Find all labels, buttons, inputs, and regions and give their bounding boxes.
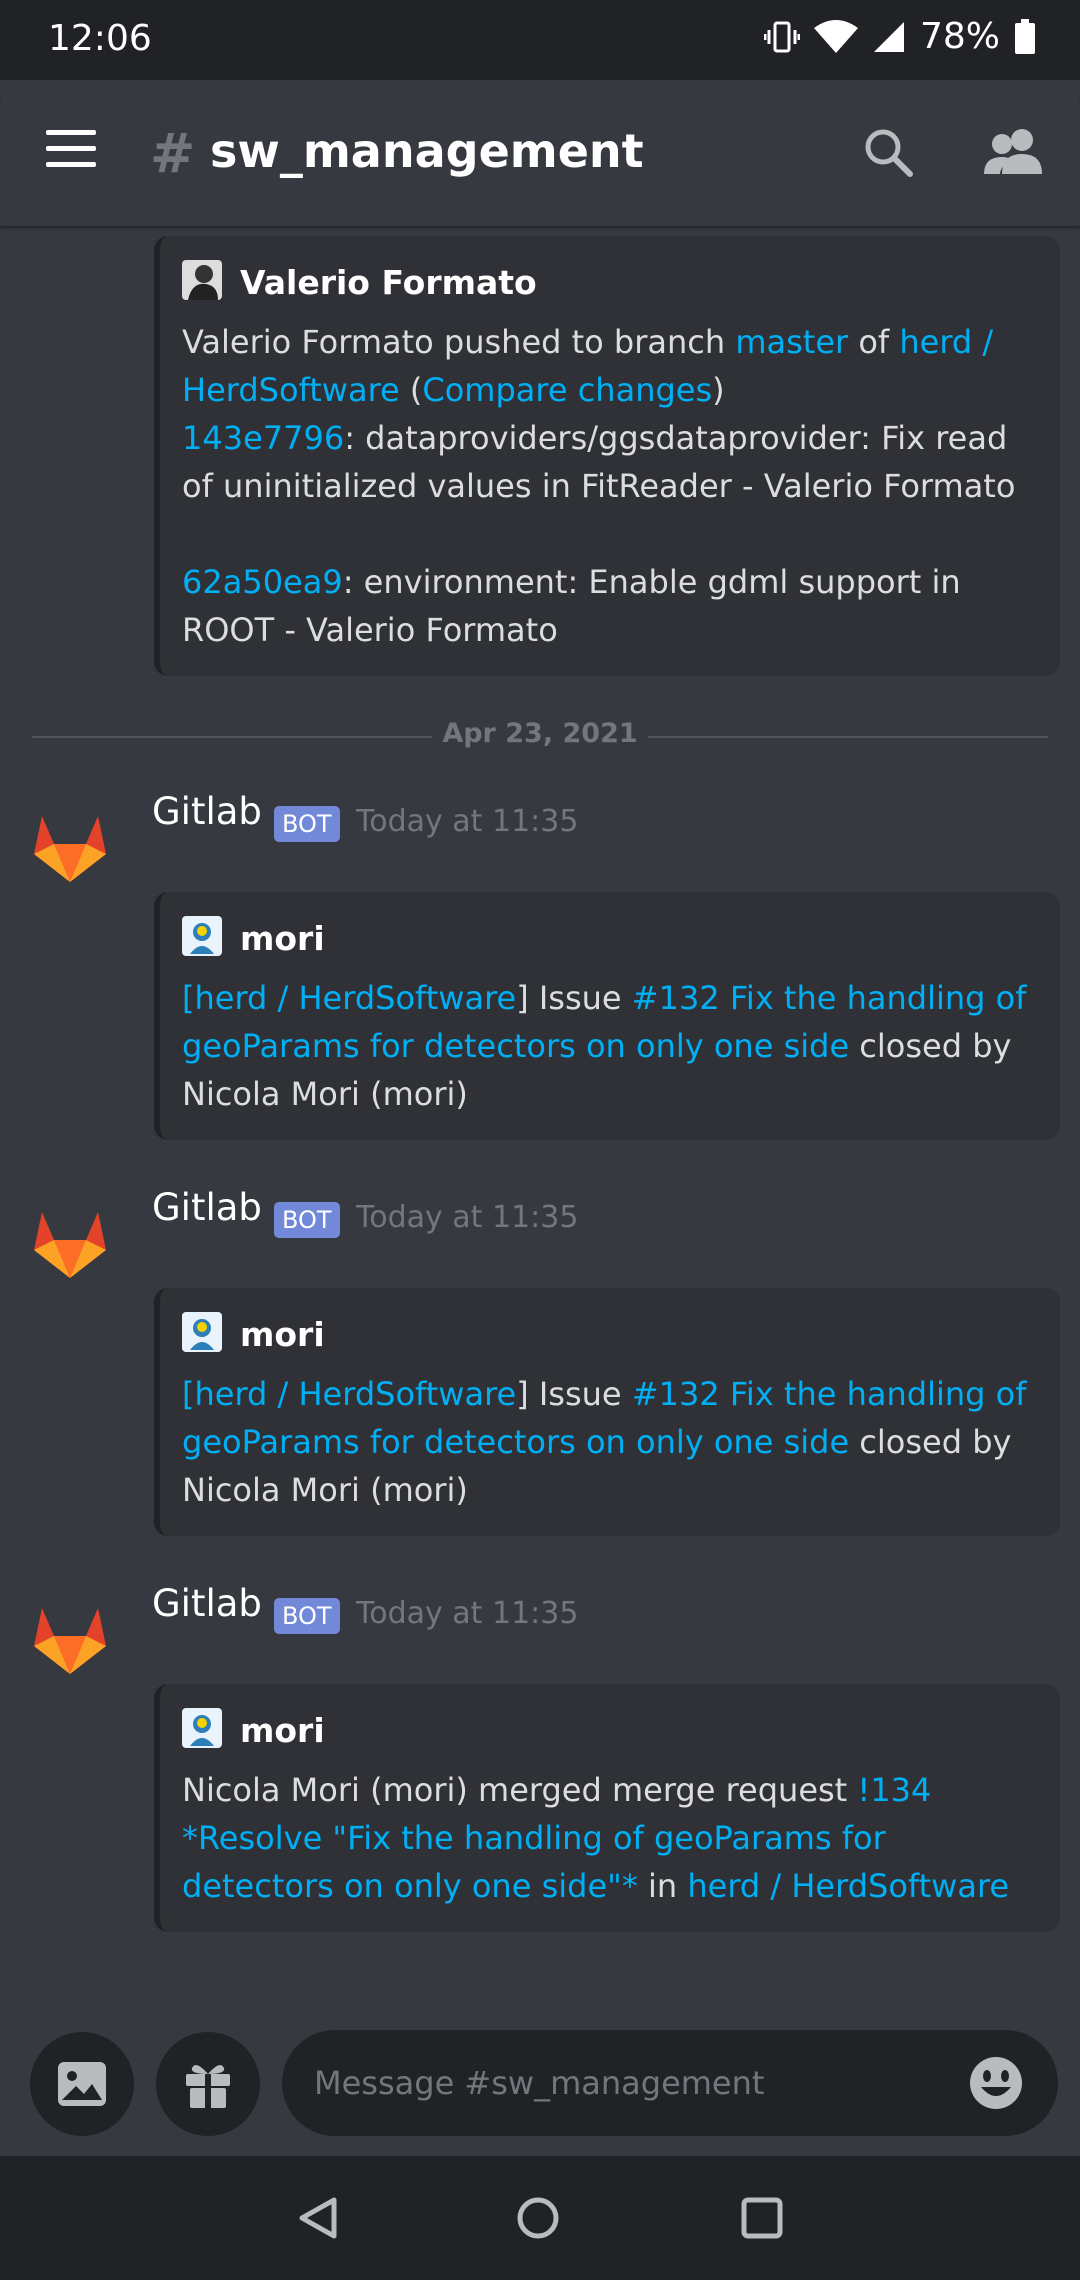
gift-button[interactable] bbox=[156, 2032, 260, 2136]
branch-link[interactable]: master bbox=[735, 323, 848, 361]
commit-link[interactable]: 143e7796 bbox=[182, 419, 344, 457]
battery-level: 78% bbox=[919, 16, 1000, 57]
timestamp: Today at 11:35 bbox=[356, 1200, 579, 1235]
date-divider: Apr 23, 2021 bbox=[32, 716, 1048, 756]
status-bar: 12:06 78% bbox=[0, 0, 1080, 80]
message-list[interactable]: Valerio Formato Valerio Formato pushed t… bbox=[0, 226, 1080, 2026]
embed-author-name: mori bbox=[240, 918, 325, 958]
battery-icon bbox=[1014, 18, 1036, 55]
hamburger-icon[interactable] bbox=[46, 130, 96, 170]
recents-icon[interactable] bbox=[740, 2196, 784, 2244]
members-icon[interactable] bbox=[984, 126, 1044, 182]
embed-merge-request: mori Nicola Mori (mori) merged merge req… bbox=[154, 1684, 1060, 1932]
timestamp: Today at 11:35 bbox=[356, 804, 579, 839]
search-icon[interactable] bbox=[862, 126, 914, 182]
vibrate-icon bbox=[763, 19, 800, 55]
timestamp: Today at 11:35 bbox=[356, 1596, 579, 1631]
gitlab-avatar[interactable] bbox=[30, 1204, 110, 1284]
navigation-bar bbox=[0, 2156, 1080, 2280]
repo-link[interactable]: [herd / HerdSoftware bbox=[182, 1375, 516, 1413]
username[interactable]: Gitlab bbox=[152, 1186, 262, 1229]
commit-link[interactable]: 62a50ea9 bbox=[182, 563, 343, 601]
emoji-icon[interactable] bbox=[968, 2055, 1024, 2115]
channel-header: # sw_management bbox=[0, 80, 1080, 226]
composer bbox=[0, 2026, 1080, 2156]
author-avatar bbox=[182, 1708, 222, 1752]
wifi-icon bbox=[813, 19, 858, 54]
author-avatar bbox=[182, 260, 222, 304]
bot-badge: BOT bbox=[274, 806, 340, 842]
compare-link[interactable]: Compare changes bbox=[422, 371, 712, 409]
bot-badge: BOT bbox=[274, 1598, 340, 1634]
repo-link[interactable]: herd / HerdSoftware bbox=[687, 1867, 1009, 1905]
signal-icon bbox=[872, 20, 906, 54]
message-header: Gitlab BOT Today at 11:35 bbox=[0, 1182, 1080, 1278]
embed-description: Nicola Mori (mori) merged merge request … bbox=[182, 1771, 1010, 1905]
embed-author-name: mori bbox=[240, 1710, 325, 1750]
embed-issue: mori [herd / HerdSoftware] Issue #132 Fi… bbox=[154, 892, 1060, 1140]
message-header: Gitlab BOT Today at 11:35 bbox=[0, 1578, 1080, 1674]
bot-badge: BOT bbox=[274, 1202, 340, 1238]
repo-link[interactable]: [herd / HerdSoftware bbox=[182, 979, 516, 1017]
channel-hash-icon: # bbox=[150, 122, 196, 185]
author-avatar bbox=[182, 916, 222, 960]
status-time: 12:06 bbox=[48, 18, 152, 59]
date-divider-label: Apr 23, 2021 bbox=[442, 718, 638, 749]
message-input[interactable] bbox=[314, 2030, 934, 2136]
username[interactable]: Gitlab bbox=[152, 790, 262, 833]
embed-description: Valerio Formato pushed to branch master … bbox=[182, 323, 1016, 649]
embed-issue: mori [herd / HerdSoftware] Issue #132 Fi… bbox=[154, 1288, 1060, 1536]
embed-author-name: mori bbox=[240, 1314, 325, 1354]
attach-image-button[interactable] bbox=[30, 2032, 134, 2136]
embed-description: [herd / HerdSoftware] Issue #132 Fix the… bbox=[182, 979, 1027, 1113]
username[interactable]: Gitlab bbox=[152, 1582, 262, 1625]
author-avatar bbox=[182, 1312, 222, 1356]
home-icon[interactable] bbox=[516, 2196, 560, 2244]
gift-icon bbox=[186, 2065, 230, 2108]
channel-title: sw_management bbox=[210, 124, 644, 178]
embed-push: Valerio Formato Valerio Formato pushed t… bbox=[154, 236, 1060, 676]
message-input-container[interactable] bbox=[282, 2030, 1058, 2136]
gitlab-avatar[interactable] bbox=[30, 808, 110, 888]
embed-description: [herd / HerdSoftware] Issue #132 Fix the… bbox=[182, 1375, 1027, 1509]
image-icon bbox=[58, 2062, 106, 2106]
message-header: Gitlab BOT Today at 11:35 bbox=[0, 786, 1080, 882]
embed-author-name: Valerio Formato bbox=[240, 262, 537, 302]
back-icon[interactable] bbox=[296, 2196, 340, 2244]
gitlab-avatar[interactable] bbox=[30, 1600, 110, 1680]
